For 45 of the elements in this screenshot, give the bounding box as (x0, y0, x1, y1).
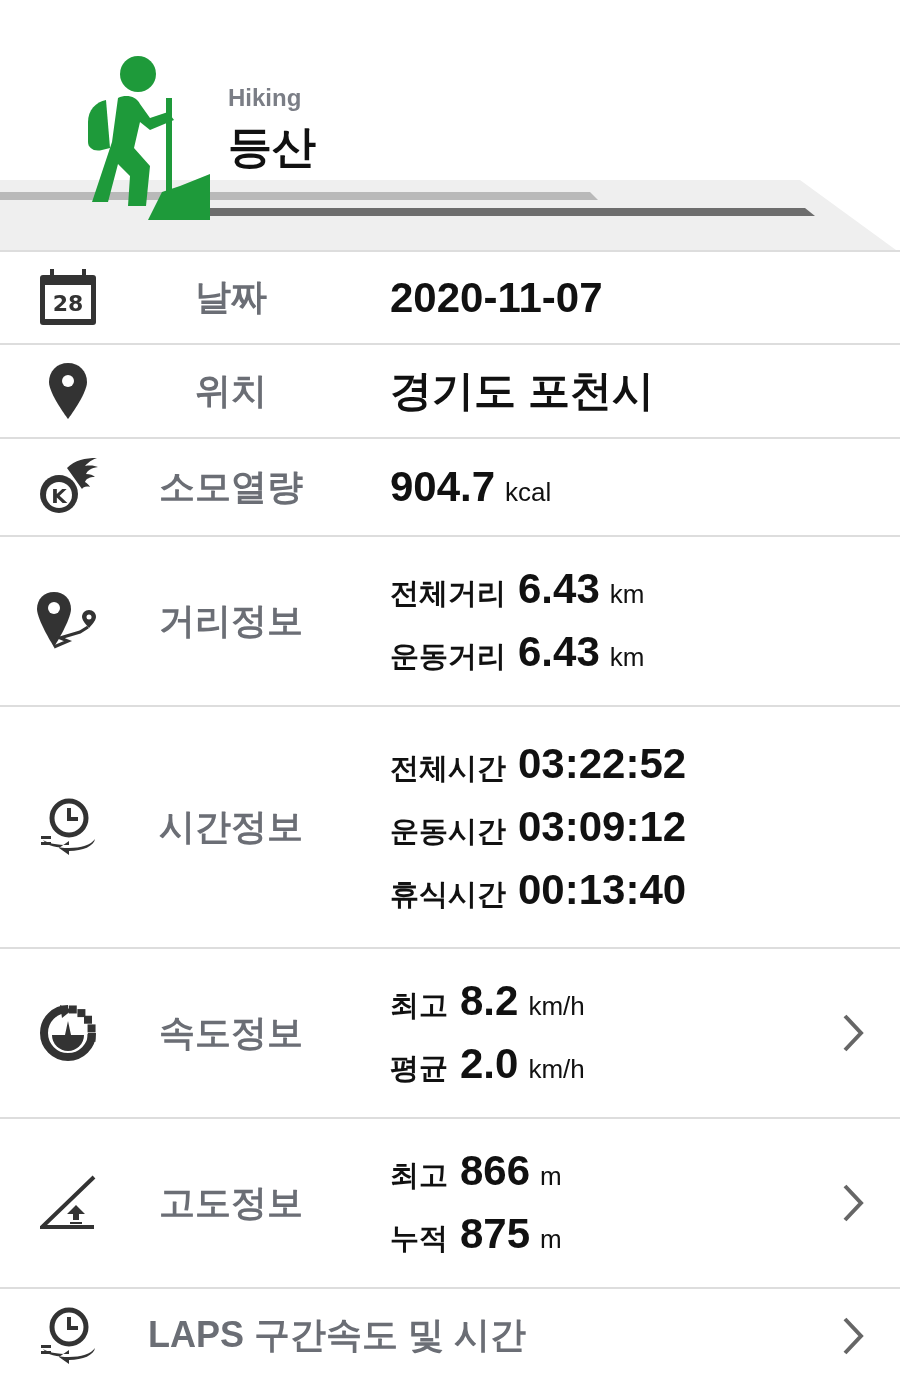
laps-link[interactable]: LAPS 구간속도 및 시간 (148, 1311, 527, 1360)
activity-subtitle: Hiking (228, 84, 303, 112)
row-label: 소모열량 (158, 464, 304, 509)
location-pin-icon (49, 363, 87, 419)
metric-value: 03:09:12 (518, 802, 687, 851)
chevron-right-icon[interactable] (842, 1315, 864, 1356)
unit-text: m (540, 1161, 562, 1192)
unit-text: km/h (528, 991, 585, 1022)
slope-arrow-icon (40, 1175, 96, 1231)
row-label: 고도정보 (158, 1180, 304, 1225)
metric-value: 875 (460, 1210, 531, 1258)
metric-value: 866 (460, 1147, 531, 1195)
metric-name: 전체거리 (390, 576, 506, 611)
row-value: 904.7 (390, 463, 496, 511)
row-label: 날짜 (194, 275, 268, 319)
metric-value: 2.0 (460, 1040, 519, 1088)
row-value: 경기도 포천시 (390, 366, 654, 416)
metric-name: 누적 (390, 1221, 448, 1256)
speedometer-icon (38, 1003, 98, 1063)
unit-text: km (609, 642, 645, 673)
route-pin-icon (37, 592, 99, 650)
metric-name: 최고 (390, 1158, 448, 1193)
row-label: 시간정보 (158, 804, 304, 849)
metric-name: 휴식시간 (390, 876, 506, 912)
metric-name: 평균 (390, 1051, 448, 1086)
metric-value: 6.43 (518, 628, 600, 676)
activity-title: 등산 (228, 121, 316, 173)
metric-value: 00:13:40 (518, 865, 687, 914)
unit-text: km (609, 579, 645, 610)
metric-name: 전체시간 (390, 750, 506, 786)
metric-value: 8.2 (460, 977, 519, 1025)
metric-name: 운동거리 (390, 639, 506, 674)
chevron-right-icon[interactable] (842, 1013, 864, 1053)
unit-text: kcal (505, 477, 552, 508)
metric-value: 03:22:52 (518, 739, 687, 788)
row-value: 2020-11-07 (390, 273, 603, 322)
metric-name: 최고 (390, 988, 448, 1023)
row-label: 거리정보 (158, 598, 304, 643)
chevron-right-icon[interactable] (842, 1183, 864, 1223)
row-label: 속도정보 (158, 1010, 304, 1055)
unit-text: m (540, 1224, 562, 1255)
row-label: 위치 (194, 368, 268, 413)
unit-text: km/h (528, 1054, 585, 1085)
metric-value: 6.43 (518, 565, 600, 613)
metric-name: 운동시간 (390, 813, 506, 849)
